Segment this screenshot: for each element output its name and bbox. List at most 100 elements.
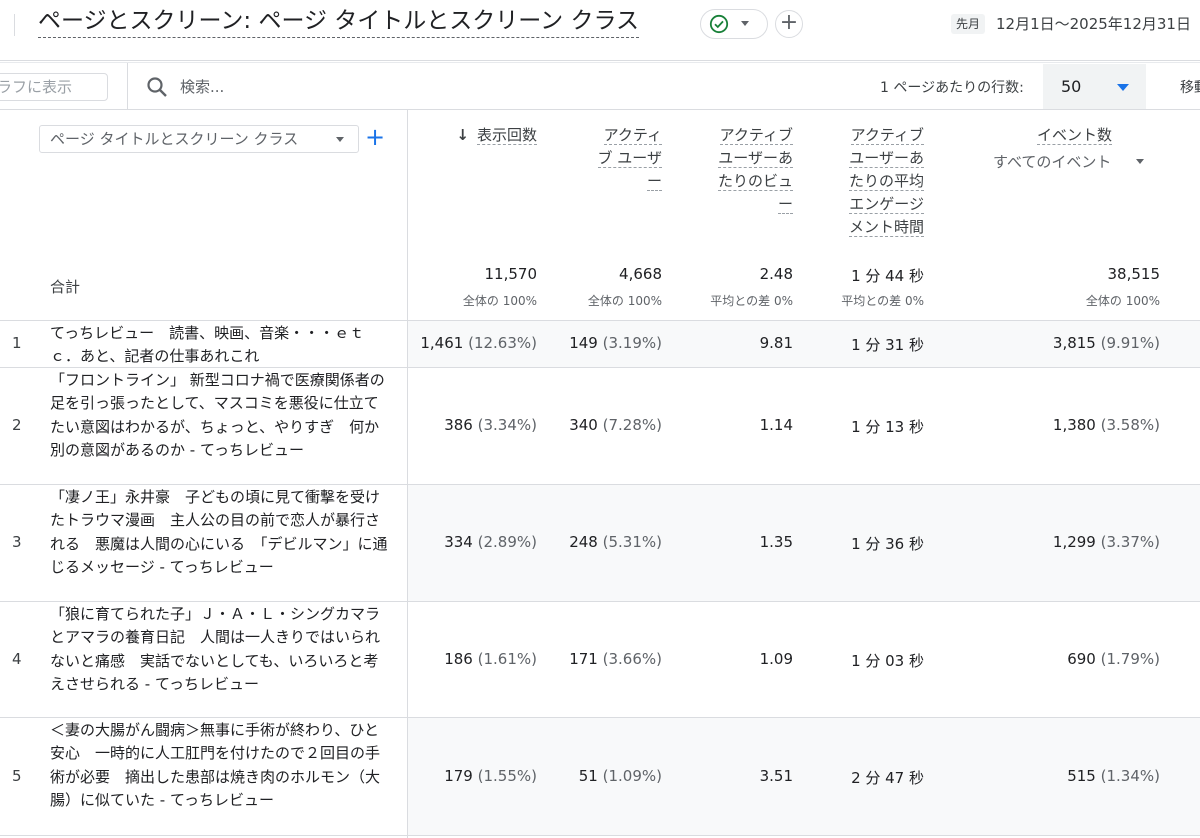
cell-event-count: 3,815 (9.91%) (1053, 334, 1160, 352)
column-header-views-per-user[interactable]: アクティブ ユーザーあ たりのビュ ー (717, 124, 793, 216)
cell-active-users-value: 248 (569, 533, 598, 551)
add-dimension-button[interactable]: + (365, 122, 385, 152)
caret-down-icon (336, 137, 344, 142)
cell-active-users-value: 51 (578, 766, 598, 785)
cell-views-per-user: 3.51 (760, 767, 793, 785)
rows-per-page-select[interactable]: 50 (1043, 64, 1146, 110)
cell-views-per-user-value: 3.51 (759, 766, 793, 785)
check-circle-icon (709, 14, 729, 34)
total-views-per-user-sub: 平均との差 0% (710, 294, 793, 308)
cell-active-users-percent: (7.28%) (602, 416, 662, 434)
column-header-avg-engagement[interactable]: アクティブ ユーザーあ たりの平均 エンゲージ メント時間 (848, 124, 924, 239)
row-page-title[interactable]: ＜妻の大腸がん闘病＞無事に手術が終わり、ひと安心 一時的に人工肛門を付けたので２… (50, 719, 390, 812)
column-header-views[interactable]: ↓ 表示回数 (456, 124, 537, 147)
cell-views-percent: (1.55%) (477, 766, 537, 785)
total-active-users-sub: 全体の 100% (587, 294, 662, 308)
total-active-users: 4,668 (619, 265, 662, 283)
header-divider-shadow (0, 62, 1200, 63)
cell-active-users: 51 (1.09%) (579, 767, 662, 785)
row-index: 1 (12, 334, 22, 352)
cell-avg-engagement-value: 1 分 31 秒 (851, 336, 924, 354)
cell-event-count-percent: (3.37%) (1100, 533, 1160, 551)
row-index: 4 (12, 649, 22, 668)
cell-event-count: 515 (1.34%) (1067, 767, 1160, 785)
cell-views-per-user: 1.14 (760, 416, 793, 434)
go-to-label: 移動 (1180, 80, 1200, 96)
cell-event-count-percent: (1.34%) (1100, 766, 1160, 785)
toolbar-divider (127, 63, 128, 109)
cell-views: 386 (3.34%) (444, 416, 537, 434)
row-index: 5 (12, 766, 22, 785)
cell-avg-engagement: 1 分 31 秒 (851, 334, 924, 355)
cell-views: 334 (2.89%) (444, 533, 537, 551)
cell-views-per-user-value: 1.09 (759, 649, 793, 668)
arrow-down-icon: ↓ (456, 126, 469, 144)
row-page-title[interactable]: てっちレビュー 読書、映画、音楽・・・ｅｔｃ．あと、記者の仕事あれこれ (50, 322, 390, 369)
cell-event-count-percent: (3.58%) (1100, 416, 1160, 434)
cell-active-users-value: 149 (569, 334, 598, 352)
caret-down-icon (1117, 84, 1129, 91)
cell-views-percent: (3.34%) (477, 416, 537, 434)
cell-active-users-value: 171 (569, 649, 598, 668)
header-divider (0, 60, 1200, 61)
event-filter-select[interactable]: すべてのイベント (993, 151, 1111, 172)
left-edge-divider (14, 14, 15, 36)
row-index: 3 (12, 533, 22, 551)
cell-avg-engagement-value: 2 分 47 秒 (851, 768, 924, 787)
column-header-active-users[interactable]: アクティ ブ ユーザ ー (597, 124, 662, 193)
cell-active-users-percent: (3.19%) (602, 334, 662, 352)
cell-views-percent: (1.61%) (477, 649, 537, 668)
cell-active-users: 248 (5.31%) (569, 533, 662, 551)
total-avg-engagement-sub: 平均との差 0% (841, 294, 924, 308)
cell-event-count: 1,380 (3.58%) (1053, 416, 1160, 434)
toolbar-divider-bottom (0, 109, 1200, 110)
cell-active-users-percent: (3.66%) (602, 649, 662, 668)
cell-event-count-value: 1,299 (1052, 533, 1096, 551)
cell-views-value: 386 (444, 416, 473, 434)
cell-views-per-user-value: 9.81 (759, 334, 793, 352)
search-input[interactable] (180, 76, 480, 98)
row-page-title[interactable]: 「狼に育てられた子」Ｊ・Ａ・Ｌ・シングカマラとアマラの養育日記 人間は一人きりで… (50, 603, 390, 696)
row-divider (0, 367, 1200, 368)
cell-avg-engagement: 1 分 36 秒 (851, 533, 924, 554)
cell-avg-engagement-value: 1 分 36 秒 (851, 535, 924, 553)
cell-event-count-percent: (1.79%) (1100, 649, 1160, 668)
row-divider (0, 601, 1200, 602)
cell-event-count: 1,299 (3.37%) (1053, 533, 1160, 551)
total-views-sub: 全体の 100% (462, 294, 537, 308)
report-title[interactable]: ページとスクリーン: ページ タイトルとスクリーン クラス (38, 6, 640, 38)
cell-views-per-user: 1.35 (760, 533, 793, 551)
total-views-per-user: 2.48 (759, 265, 793, 283)
cell-views-per-user: 9.81 (760, 334, 793, 352)
dimension-select[interactable]: ページ タイトルとスクリーン クラス (39, 125, 359, 153)
add-comparison-button[interactable]: + (775, 10, 803, 38)
dimension-select-label: ページ タイトルとスクリーン クラス (50, 130, 299, 148)
row-divider (0, 835, 1200, 836)
date-range-picker[interactable]: 12月1日〜2025年12月31日 (996, 13, 1191, 35)
total-avg-engagement: 1 分 44 秒 (851, 267, 924, 285)
caret-down-icon (1136, 159, 1144, 164)
cell-event-count: 690 (1.79%) (1067, 650, 1160, 668)
status-dropdown[interactable] (700, 9, 768, 39)
cell-avg-engagement: 1 分 13 秒 (851, 416, 924, 437)
cell-views: 1,461 (12.63%) (420, 334, 537, 352)
cell-avg-engagement-value: 1 分 03 秒 (851, 651, 924, 670)
rows-per-page-value: 50 (1061, 77, 1082, 96)
plot-rows-button[interactable]: ラフに表示 (0, 73, 108, 101)
row-index: 2 (12, 416, 22, 434)
column-header-event-count[interactable]: イベント数 (1036, 124, 1112, 147)
cell-event-count-percent: (9.91%) (1100, 334, 1160, 352)
cell-event-count-value: 3,815 (1052, 334, 1096, 352)
cell-active-users-percent: (1.09%) (602, 766, 662, 785)
cell-views-value: 1,461 (420, 334, 464, 352)
cell-active-users-value: 340 (569, 416, 598, 434)
search-icon (147, 77, 167, 97)
row-page-title[interactable]: 「フロントライン」 新型コロナ禍で医療関係者の足を引っ張ったとして、マスコミを悪… (50, 369, 390, 462)
total-event-count: 38,515 (1107, 265, 1161, 283)
cell-active-users: 149 (3.19%) (569, 334, 662, 352)
date-preset-badge: 先月 (951, 14, 986, 34)
cell-avg-engagement: 2 分 47 秒 (851, 767, 924, 788)
cell-avg-engagement: 1 分 03 秒 (851, 650, 924, 671)
total-event-count-sub: 全体の 100% (1085, 294, 1160, 308)
row-page-title[interactable]: 「凄ノ王」永井豪 子どもの頃に見て衝撃を受けたトラウマ漫画 主人公の目の前で恋人… (50, 486, 390, 579)
